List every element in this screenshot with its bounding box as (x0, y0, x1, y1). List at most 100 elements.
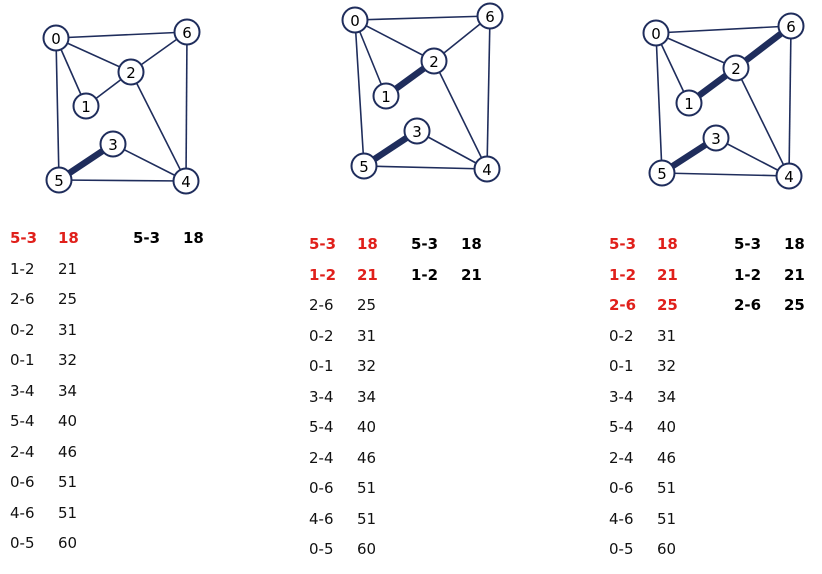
edge-2-4 (130, 71, 187, 182)
edge-pair: 4-6 (10, 503, 35, 522)
mst-pair: 5-3 (411, 235, 439, 254)
edge-row: 5-4 40 (309, 412, 378, 443)
mst-edge-list-step-2: 5-3 18 1-2 21 (411, 229, 482, 290)
edge-weight: 51 (58, 503, 78, 522)
edge-weight: 40 (657, 418, 677, 437)
mst-weight: 21 (784, 265, 805, 284)
mst-row: 5-3 18 (734, 229, 805, 260)
edge-weight: 25 (657, 296, 678, 315)
mst-row: 1-2 21 (411, 260, 482, 291)
mst-edge-2-6 (743, 31, 784, 63)
edge-pair: 0-5 (309, 540, 334, 559)
edge-weight: 32 (58, 351, 78, 370)
edge-weight: 51 (357, 509, 377, 528)
node-label-2: 2 (126, 64, 136, 82)
edge-row: 3-4 34 (10, 376, 79, 407)
edge-0-6 (354, 15, 491, 21)
edge-row: 0-2 31 (309, 321, 378, 352)
sorted-edge-list-step-2: 5-3 18 1-2 21 2-6 25 0-2 31 0-1 32 3-4 34 5-4 40 2-4 46… (309, 229, 378, 565)
node-label-5: 5 (359, 158, 369, 176)
edge-row: 1-2 21 (10, 254, 79, 285)
edge-pair: 2-6 (309, 296, 334, 315)
edge-row: 0-1 32 (609, 351, 678, 382)
mst-weight: 18 (183, 229, 204, 248)
mst-pair: 2-6 (734, 296, 762, 315)
edge-pair: 5-4 (309, 418, 334, 437)
edge-row: 4-6 51 (309, 504, 378, 535)
edge-pair: 0-6 (609, 479, 634, 498)
sorted-edge-list-step-1: 5-3 18 1-2 21 2-6 25 0-2 31 0-1 32 3-4 34 5-4 40 2-4 46… (10, 223, 79, 559)
mst-weight: 18 (461, 235, 482, 254)
edge-pair: 1-2 (309, 265, 337, 284)
edge-weight: 25 (357, 296, 377, 315)
edge-row: 2-6 25 (609, 290, 678, 321)
edge-pair: 0-2 (609, 326, 634, 345)
edge-row: 0-2 31 (10, 315, 79, 346)
edge-weight: 51 (657, 509, 677, 528)
edge-row: 0-5 60 (609, 534, 678, 565)
edge-weight: 21 (657, 265, 678, 284)
edge-pair: 0-5 (10, 534, 35, 553)
node-label-5: 5 (657, 165, 667, 183)
edge-row: 4-6 51 (609, 504, 678, 535)
edge-pair: 3-4 (309, 387, 334, 406)
edge-row: 2-4 46 (609, 443, 678, 474)
edge-pair: 2-6 (10, 290, 35, 309)
node-label-3: 3 (412, 123, 422, 141)
edge-4-5 (363, 165, 488, 170)
edge-row: 2-6 25 (309, 290, 378, 321)
mst-row: 5-3 18 (133, 223, 204, 254)
edge-4-6 (185, 31, 188, 182)
edge-4-6 (788, 25, 792, 177)
edge-row: 1-2 21 (309, 260, 378, 291)
edge-pair: 2-6 (609, 296, 637, 315)
sorted-edge-list-step-3: 5-3 18 1-2 21 2-6 25 0-2 31 0-1 32 3-4 34 5-4 40 2-4 46… (609, 229, 678, 565)
edge-weight: 31 (357, 326, 377, 345)
edge-pair: 1-2 (10, 259, 35, 278)
edge-row: 5-4 40 (609, 412, 678, 443)
edge-row: 2-4 46 (10, 437, 79, 468)
edge-row: 3-4 34 (309, 382, 378, 413)
edge-0-6 (55, 31, 188, 39)
mst-weight: 18 (784, 235, 805, 254)
edge-row: 0-5 60 (309, 534, 378, 565)
mst-pair: 5-3 (133, 229, 161, 248)
edge-weight: 51 (58, 473, 78, 492)
edge-weight: 21 (58, 259, 78, 278)
edge-weight: 34 (58, 381, 78, 400)
edge-pair: 2-4 (10, 442, 35, 461)
edge-weight: 31 (58, 320, 78, 339)
mst-row: 5-3 18 (411, 229, 482, 260)
node-label-0: 0 (51, 30, 61, 48)
mst-pair: 1-2 (411, 265, 439, 284)
graph-step-2: 0 1 2 3 4 5 6 (341, 2, 504, 183)
node-label-3: 3 (711, 130, 721, 148)
edge-pair: 0-6 (309, 479, 334, 498)
edge-row: 0-6 51 (10, 467, 79, 498)
edge-weight: 46 (58, 442, 78, 461)
edge-pair: 5-4 (10, 412, 35, 431)
edge-row: 0-1 32 (309, 351, 378, 382)
edge-weight: 46 (357, 448, 377, 467)
edge-pair: 2-4 (309, 448, 334, 467)
node-label-2: 2 (429, 53, 439, 71)
edge-row: 0-2 31 (609, 321, 678, 352)
edge-0-5 (354, 19, 365, 167)
mst-edge-1-2 (394, 65, 426, 92)
edge-2-4 (433, 60, 488, 170)
edge-pair: 3-4 (10, 381, 35, 400)
edge-pair: 3-4 (609, 387, 634, 406)
edge-row: 0-1 32 (10, 345, 79, 376)
graph-step-3: 0 1 2 3 4 5 6 (642, 12, 805, 190)
edge-4-6 (486, 15, 491, 170)
mst-edge-5-3 (67, 148, 105, 176)
edge-0-5 (655, 32, 663, 174)
edge-row: 5-3 18 (10, 223, 79, 254)
edge-row: 5-3 18 (609, 229, 678, 260)
edge-row: 1-2 21 (609, 260, 678, 291)
mst-row: 2-6 25 (734, 290, 805, 321)
graph-step-1: 0 1 2 3 4 5 6 (42, 18, 201, 195)
edge-weight: 32 (357, 357, 377, 376)
node-label-3: 3 (108, 136, 118, 154)
node-label-4: 4 (482, 161, 492, 179)
